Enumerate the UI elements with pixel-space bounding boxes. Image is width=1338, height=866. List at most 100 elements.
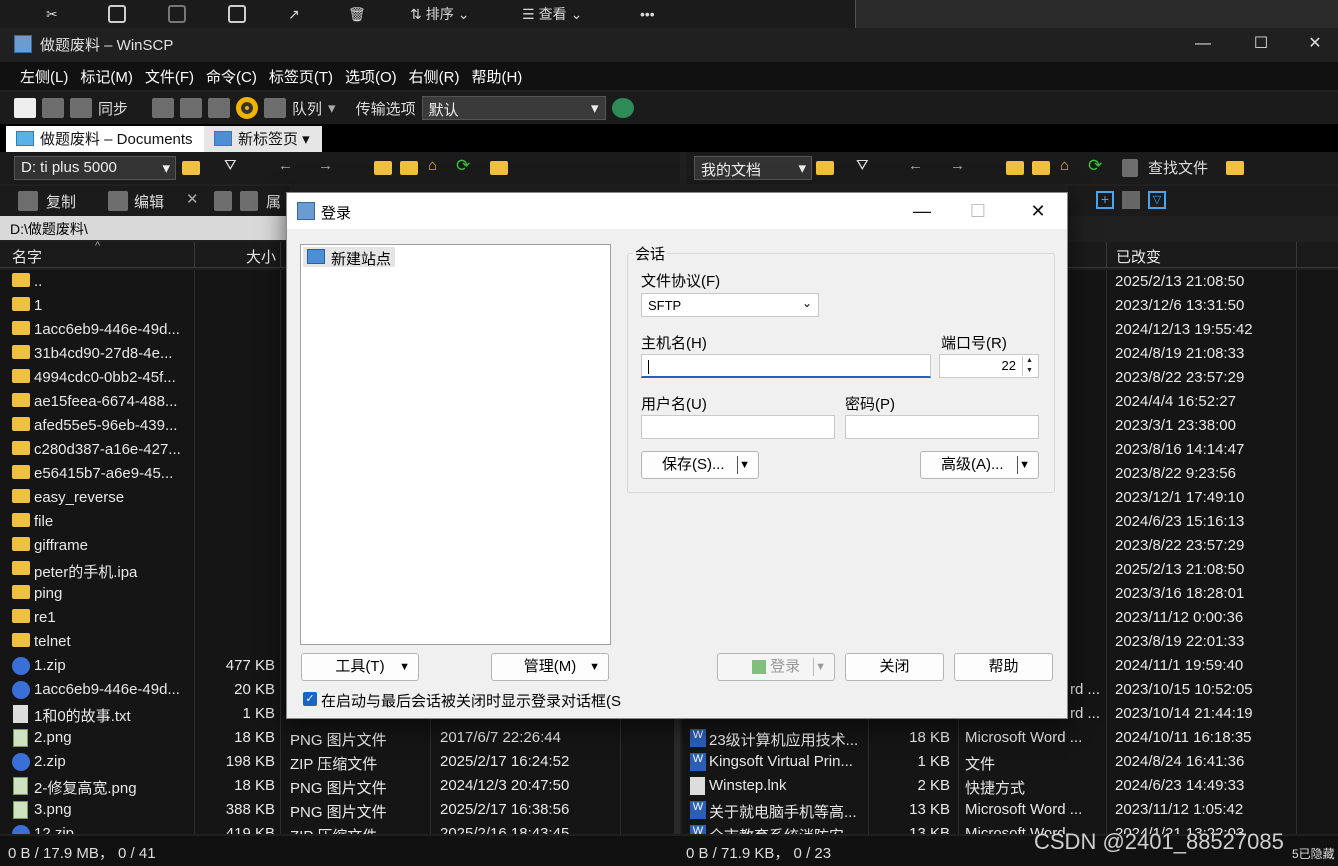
tab-new[interactable]: 新标签页 ▾ (204, 126, 322, 152)
table-row[interactable]: 2.png 18 KB PNG 图片文件 2017/6/7 22:26:44 (0, 726, 680, 750)
login-button[interactable]: 登录 ▼ (717, 653, 835, 681)
filter-select-icon[interactable]: ▽ (1148, 191, 1166, 209)
right-home-icon[interactable]: ⌂ (1060, 157, 1069, 174)
save-button[interactable]: 保存(S)... ▼ (641, 451, 759, 479)
col-name[interactable]: 名字 (12, 246, 42, 267)
find-directory-icon[interactable] (490, 161, 508, 175)
table-row[interactable]: 2024/8/24 16:41:36 W Kingsoft Virtual Prin… (682, 750, 1338, 774)
preferences-gear-icon[interactable] (236, 97, 259, 119)
select-files-icon[interactable]: + (1096, 191, 1114, 209)
properties-icon[interactable] (240, 191, 258, 211)
port-spinner[interactable]: ▲ ▼ (1022, 356, 1036, 376)
cell-date: 2024/10/11 16:18:35 (1115, 729, 1252, 746)
transfer-preset-select[interactable]: 默认 ▾ (421, 96, 606, 120)
sync-label[interactable]: 同步 (98, 98, 128, 119)
password-input[interactable] (845, 415, 1039, 439)
col-size[interactable]: 大小 (246, 246, 276, 267)
menu-file[interactable]: 文件(F) (145, 66, 194, 87)
cut-icon[interactable]: ✂ (46, 3, 58, 25)
rename-file-icon[interactable] (214, 191, 232, 211)
sync-browse-icon[interactable] (42, 98, 64, 118)
back-icon[interactable]: ← (278, 157, 293, 174)
synchronize-icon[interactable] (70, 98, 92, 118)
table-row[interactable]: 12.zip 419 KB ZIP 压缩文件 2025/2/16 18:43:45 (0, 822, 680, 834)
filter-icon[interactable]: ⛛ (224, 157, 237, 174)
right-parent-directory-icon[interactable] (1006, 161, 1024, 175)
table-row[interactable]: 2024/6/23 14:49:33 Winstep.lnk 2 KB 快捷方式 (682, 774, 1338, 798)
commands-icon[interactable] (208, 98, 231, 118)
menu-left[interactable]: 左侧(L) (20, 66, 68, 87)
unselect-files-icon[interactable] (1122, 191, 1140, 209)
protocol-select[interactable]: SFTP ⌄ (641, 293, 819, 317)
find-files-label[interactable]: 查找文件 (1148, 157, 1208, 178)
forward-icon[interactable]: → (318, 157, 333, 174)
compare-directories-icon[interactable] (14, 98, 36, 118)
dialog-close-button[interactable]: ✕ (1015, 197, 1061, 225)
menu-options[interactable]: 选项(O) (345, 66, 397, 87)
delete-file-icon[interactable]: ✕ (186, 190, 199, 208)
minimize-button[interactable]: — (1180, 32, 1226, 56)
table-row[interactable]: 3.png 388 KB PNG 图片文件 2025/2/17 16:38:56 (0, 798, 680, 822)
manage-button[interactable]: 管理(M) ▼ (491, 653, 609, 681)
tools-button[interactable]: 工具(T) ▼ (301, 653, 419, 681)
edit-label[interactable]: 编辑 (134, 191, 164, 212)
dialog-minimize-button[interactable]: — (899, 197, 945, 225)
show-login-checkbox[interactable]: ✓ (303, 692, 317, 706)
right-filter-icon[interactable]: ⛛ (856, 157, 869, 174)
tab-documents[interactable]: 做题废料 – Documents (6, 126, 204, 152)
console-icon[interactable] (152, 98, 175, 118)
col-modified[interactable]: 已改变 (1116, 246, 1161, 267)
table-row[interactable]: 2024/10/11 16:18:35 W 23级计算机应用技术... 18 KB Mi… (682, 726, 1338, 750)
help-button[interactable]: 帮助 (954, 653, 1053, 681)
share-icon[interactable]: ↗ (288, 3, 300, 25)
menu-right[interactable]: 右侧(R) (409, 66, 460, 87)
menu-commands[interactable]: 命令(C) (206, 66, 257, 87)
delete-icon[interactable]: 🗑 (348, 3, 366, 25)
cell-name: 1acc6eb9-446e-49d... (34, 681, 180, 698)
more-button[interactable]: ••• (640, 3, 655, 25)
right-back-icon[interactable]: ← (908, 157, 923, 174)
find-files-icon[interactable] (1122, 159, 1138, 177)
close-button[interactable]: ✕ (1292, 32, 1338, 56)
table-row[interactable]: 2.zip 198 KB ZIP 压缩文件 2025/2/17 16:24:52 (0, 750, 680, 774)
copy-file-icon[interactable] (18, 191, 38, 211)
copy-label[interactable]: 复制 (46, 191, 76, 212)
right-location-select[interactable]: 我的文档 ▾ (694, 156, 812, 180)
copy-icon[interactable] (108, 3, 126, 25)
properties-label[interactable]: 属 (266, 191, 281, 212)
reconnect-globe-icon[interactable] (611, 98, 634, 118)
refresh-icon[interactable]: ⟳ (456, 156, 470, 176)
queue-label[interactable]: 队列 (292, 98, 322, 119)
site-tree[interactable]: 新建站点 (300, 244, 611, 645)
rename-icon[interactable] (228, 3, 246, 25)
right-open-directory-icon[interactable] (816, 161, 834, 175)
left-drive-select[interactable]: D: ti plus 5000 ▾ (14, 156, 176, 180)
parent-directory-icon[interactable] (374, 161, 392, 175)
root-directory-icon[interactable] (400, 161, 418, 175)
putty-icon[interactable] (180, 98, 203, 118)
sort-button[interactable]: ⇅ 排序 ⌄ (410, 3, 469, 25)
maximize-button[interactable]: ☐ (1238, 32, 1284, 56)
username-input[interactable] (641, 415, 835, 439)
site-item-new[interactable]: 新建站点 (303, 247, 396, 268)
right-refresh-icon[interactable]: ⟳ (1088, 156, 1102, 176)
table-row[interactable]: 2-修复高宽.png 18 KB PNG 图片文件 2024/12/3 20:47:5… (0, 774, 680, 798)
menu-mark[interactable]: 标记(M) (80, 66, 133, 87)
edit-icon[interactable] (108, 191, 128, 211)
queue-icon[interactable] (264, 98, 287, 118)
host-input[interactable] (641, 354, 931, 378)
close-dialog-button[interactable]: 关闭 (845, 653, 944, 681)
port-input[interactable]: 22 ▲ ▼ (939, 354, 1039, 378)
advanced-button[interactable]: 高级(A)... ▼ (920, 451, 1039, 479)
open-directory-icon[interactable] (182, 161, 200, 175)
view-button[interactable]: ☰ 查看 ⌄ (522, 3, 582, 25)
right-find-directory-icon[interactable] (1226, 161, 1244, 175)
menu-help[interactable]: 帮助(H) (471, 66, 522, 87)
paste-icon[interactable] (168, 3, 186, 25)
home-icon[interactable]: ⌂ (428, 157, 437, 174)
right-root-directory-icon[interactable] (1032, 161, 1050, 175)
show-login-checkbox-label[interactable]: 在启动与最后会话被关闭时显示登录对话框(S (321, 690, 621, 711)
table-row[interactable]: 2023/11/12 1:05:42 W 关于就电脑手机等高... 13 KB Micr… (682, 798, 1338, 822)
menu-tabs[interactable]: 标签页(T) (269, 66, 333, 87)
right-forward-icon[interactable]: → (950, 157, 965, 174)
